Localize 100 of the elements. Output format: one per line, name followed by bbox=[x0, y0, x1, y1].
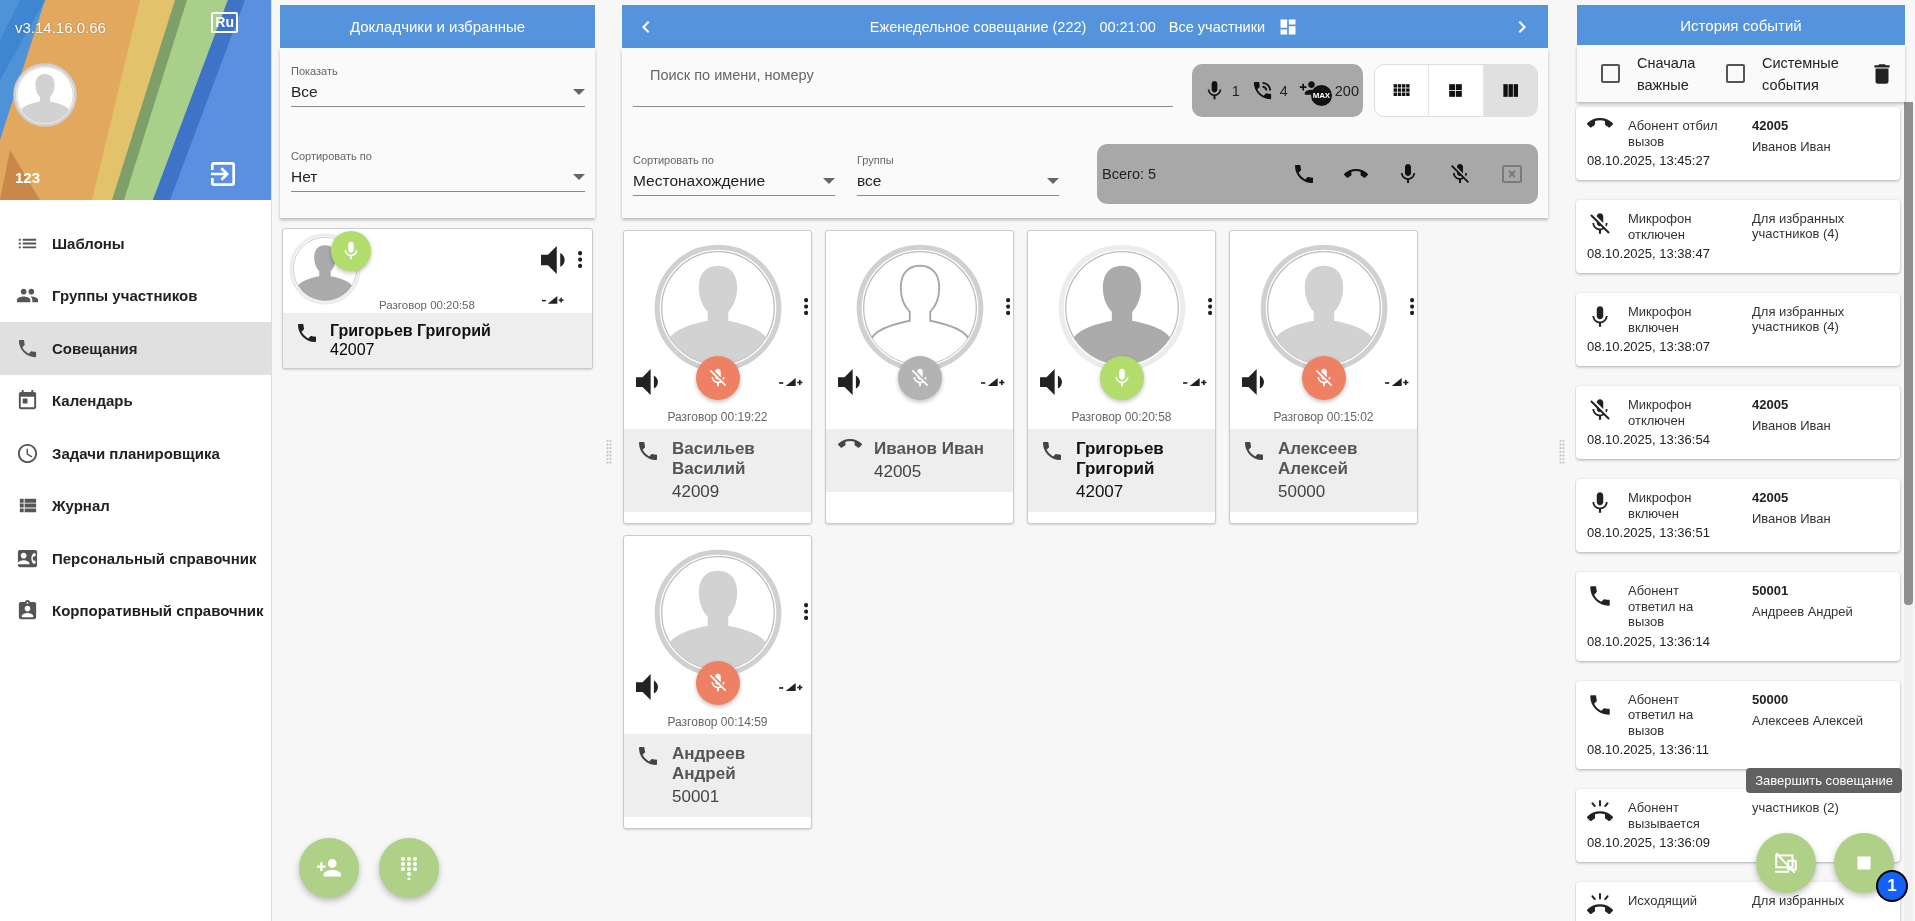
phone-icon bbox=[1292, 162, 1316, 186]
volume-icon bbox=[838, 369, 861, 395]
caret-icon bbox=[573, 174, 585, 180]
participant-number: 42007 bbox=[1076, 481, 1125, 503]
event-text: Микрофон включен bbox=[1628, 304, 1693, 335]
caret-icon bbox=[823, 177, 835, 184]
field-value: все bbox=[857, 170, 882, 191]
checkbox[interactable] bbox=[1726, 64, 1745, 83]
nav-item[interactable]: Календарь bbox=[0, 374, 271, 427]
volume-button[interactable] bbox=[1040, 369, 1063, 395]
event-date: 08.10.2025, 13:38:47 bbox=[1587, 245, 1711, 262]
volume-icon bbox=[1242, 369, 1265, 395]
call-all-button[interactable] bbox=[1292, 162, 1316, 186]
more-icon bbox=[1409, 298, 1414, 315]
event-text: Исходящий bbox=[1628, 893, 1698, 909]
volume-button[interactable] bbox=[1242, 369, 1265, 395]
field-value: Местонахождение bbox=[633, 170, 766, 191]
participant-number: 50001 bbox=[672, 786, 721, 808]
volume-level-icon bbox=[779, 682, 803, 692]
panel-header: История событий bbox=[1577, 5, 1905, 45]
event-target: Для избранных участников (4) bbox=[1752, 304, 1846, 334]
hang-up-icon bbox=[1344, 169, 1368, 179]
counter-value: 1 bbox=[1231, 82, 1240, 99]
nav-item[interactable]: Группы участников bbox=[0, 269, 271, 322]
volume-icon bbox=[1040, 369, 1063, 395]
hang-up-icon bbox=[1587, 118, 1613, 129]
more-icon bbox=[1207, 298, 1212, 315]
call-timer: Разговор 00:14:59 bbox=[667, 715, 768, 729]
field-value: Нет bbox=[291, 167, 318, 187]
subscriber-number: 50001 bbox=[1752, 583, 1790, 598]
nav-item[interactable]: Шаблоны bbox=[0, 217, 271, 270]
participant-name: Андреев Андрей bbox=[672, 744, 747, 784]
call-timer: Разговор 00:15:02 bbox=[1273, 410, 1374, 424]
field-label: Сортировать по bbox=[291, 149, 373, 163]
participant-number: 42007 bbox=[330, 340, 376, 360]
counter-value: 4 bbox=[1279, 82, 1288, 99]
event-date: 08.10.2025, 13:38:07 bbox=[1587, 338, 1711, 355]
volume-level-icon bbox=[1385, 377, 1409, 387]
event-date: 08.10.2025, 13:36:54 bbox=[1587, 431, 1711, 448]
field-label: Группы bbox=[857, 152, 895, 167]
search-field[interactable]: Поиск по имени, номеру bbox=[633, 64, 1173, 107]
avatar-icon bbox=[13, 63, 77, 127]
volume-icon bbox=[541, 245, 566, 274]
scrollbar[interactable] bbox=[1904, 102, 1913, 921]
nav-item[interactable]: Журнал bbox=[0, 479, 271, 532]
mic-off-icon bbox=[1448, 162, 1472, 186]
field-label: Сортировать по bbox=[633, 152, 715, 167]
event-date: 08.10.2025, 13:36:14 bbox=[1587, 632, 1711, 650]
subscriber-number: 42005 bbox=[1752, 490, 1790, 505]
dropdown-field[interactable]: Группы все bbox=[857, 152, 1059, 196]
subscriber-name: Иванов Иван bbox=[1752, 510, 1832, 528]
subscriber-number: 50000 bbox=[1752, 691, 1790, 707]
event-text: Микрофон отключен bbox=[1628, 211, 1693, 242]
volume-button[interactable] bbox=[636, 369, 659, 395]
nav-item[interactable]: Корпоративный справочник bbox=[0, 584, 271, 637]
call-timer: Разговор 00:20:58 bbox=[378, 299, 476, 313]
microphone-button[interactable] bbox=[695, 661, 740, 705]
total-count: Всего: 5 bbox=[1102, 166, 1157, 182]
drag-handle-icon[interactable] bbox=[1558, 438, 1565, 465]
mic-off-icon bbox=[1587, 397, 1613, 423]
ringing-phone-icon bbox=[1587, 893, 1613, 916]
microphone-button[interactable] bbox=[695, 356, 740, 400]
conference-duration: 00:21:00 bbox=[1099, 18, 1156, 35]
volume-icon bbox=[636, 674, 659, 700]
dropdown-field[interactable]: Сортировать по Нет bbox=[291, 149, 585, 192]
nav-item[interactable]: Совещания bbox=[0, 322, 271, 375]
user-number: 123 bbox=[15, 169, 42, 186]
phone-icon bbox=[1587, 583, 1613, 609]
checkbox[interactable] bbox=[1601, 64, 1620, 83]
microphone-button[interactable] bbox=[1301, 356, 1346, 400]
more-icon bbox=[803, 298, 808, 315]
dropdown-field[interactable]: Сортировать по Местонахождение bbox=[633, 152, 835, 196]
participants-filter: Все участники bbox=[1168, 18, 1266, 35]
event-text: Микрофон включен bbox=[1628, 490, 1693, 521]
mute-all-button[interactable] bbox=[1448, 162, 1472, 186]
event-text: Абонент ответил на вызов bbox=[1628, 691, 1695, 738]
subscriber-number: 42005 bbox=[1752, 397, 1790, 412]
dropdown-field[interactable]: Показать Все bbox=[291, 64, 585, 107]
participant-name: Григорьев Григорий bbox=[1076, 439, 1165, 479]
volume-button[interactable] bbox=[636, 674, 659, 700]
more-icon bbox=[577, 251, 582, 269]
volume-level-icon bbox=[542, 296, 565, 304]
participant-number: 42009 bbox=[672, 481, 721, 503]
volume-button[interactable] bbox=[838, 369, 861, 395]
field-value: Все bbox=[291, 82, 318, 102]
ringing-phone-icon bbox=[1587, 800, 1613, 823]
event-date: 08.10.2025, 13:36:09 bbox=[1587, 834, 1711, 851]
column-grid-icon bbox=[1500, 81, 1520, 100]
drag-handle-icon[interactable] bbox=[605, 438, 612, 465]
exit-icon bbox=[211, 162, 236, 186]
event-date: 08.10.2025, 13:36:51 bbox=[1587, 524, 1711, 541]
subscriber-number: 42005 bbox=[1752, 118, 1790, 133]
checkbox-label: Системные события bbox=[1762, 53, 1840, 95]
view-button[interactable] bbox=[1483, 65, 1537, 116]
nav-item[interactable]: Персональный справочник bbox=[0, 532, 271, 585]
participant-number: 50000 bbox=[1278, 481, 1327, 503]
participant-number: 42005 bbox=[874, 461, 923, 483]
event-target: участников (2) bbox=[1752, 800, 1840, 815]
nav-item[interactable]: Задачи планировщика bbox=[0, 427, 271, 480]
add-person-icon bbox=[317, 859, 341, 877]
